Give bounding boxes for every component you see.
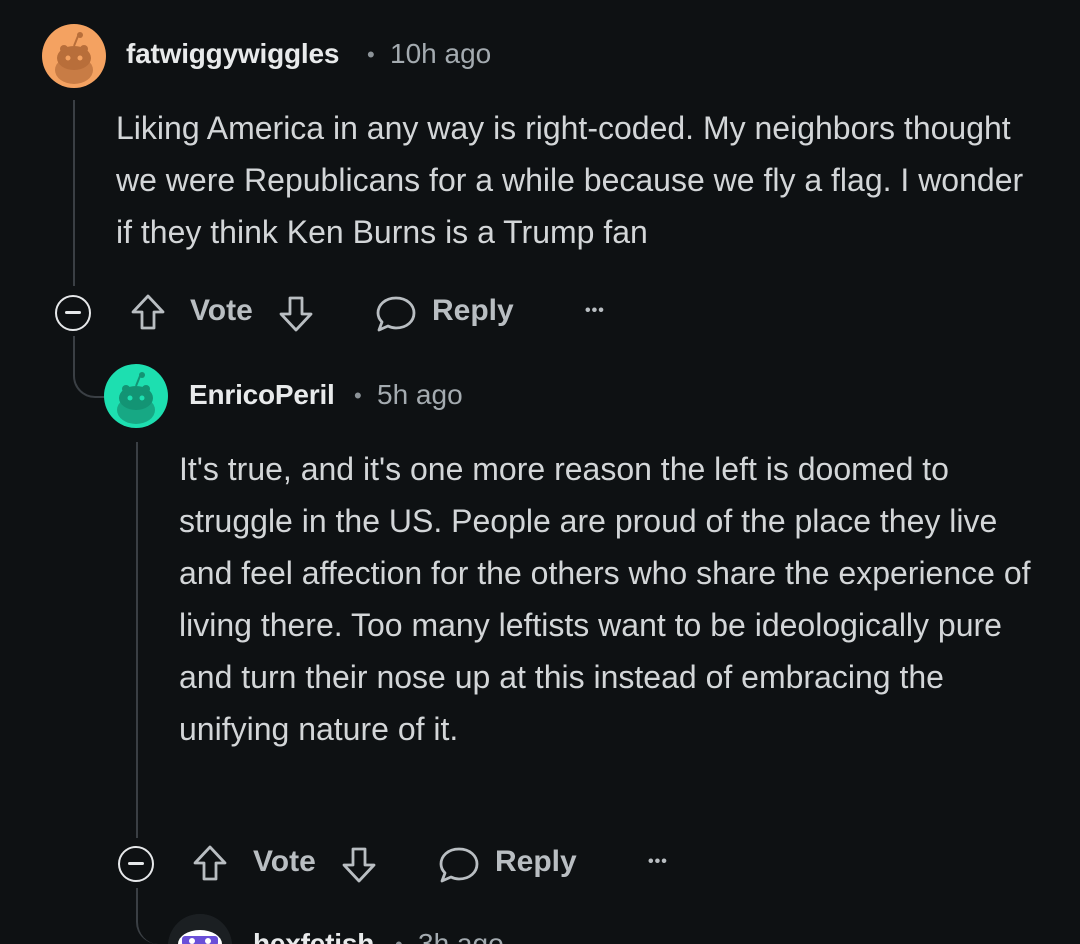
thread-line bbox=[73, 100, 75, 286]
collapse-thread-button[interactable] bbox=[55, 295, 91, 331]
comment-body: Liking America in any way is right-coded… bbox=[116, 102, 1046, 258]
meta-separator: • bbox=[354, 383, 362, 408]
vote-label: Vote bbox=[190, 294, 253, 327]
avatar[interactable] bbox=[42, 24, 106, 88]
comment-timestamp: 3h ago bbox=[418, 928, 504, 944]
collapse-thread-button[interactable] bbox=[118, 846, 154, 882]
meta-separator: • bbox=[395, 932, 403, 944]
comment-body: It's true, and it's one more reason the … bbox=[179, 443, 1039, 755]
comment-author[interactable]: hexfetish bbox=[253, 928, 374, 944]
downvote-icon[interactable] bbox=[278, 294, 314, 334]
comment-timestamp: 10h ago bbox=[390, 38, 492, 69]
thread-line bbox=[73, 336, 105, 398]
reply-icon[interactable] bbox=[438, 845, 480, 885]
snoo-avatar-icon bbox=[42, 24, 106, 88]
comment-author[interactable]: fatwiggywiggles bbox=[126, 38, 339, 70]
thread-line bbox=[136, 442, 138, 838]
reply-icon[interactable] bbox=[375, 294, 417, 334]
comment-text: It's true, and it's one more reason the … bbox=[179, 451, 1031, 747]
more-options-button[interactable]: ••• bbox=[585, 302, 605, 320]
avatar[interactable] bbox=[104, 364, 168, 428]
snoo-avatar-icon bbox=[104, 364, 168, 428]
reply-button[interactable]: Reply bbox=[432, 294, 514, 328]
comment-timestamp: 5h ago bbox=[377, 379, 463, 410]
upvote-icon[interactable] bbox=[192, 843, 228, 883]
more-options-button[interactable]: ••• bbox=[648, 853, 668, 871]
meta-separator: • bbox=[367, 42, 375, 67]
comment-text: Liking America in any way is right-coded… bbox=[116, 110, 1024, 250]
comment-author[interactable]: EnricoPeril bbox=[189, 379, 335, 411]
snoo-avatar-icon bbox=[168, 914, 232, 944]
reply-button[interactable]: Reply bbox=[495, 845, 577, 879]
downvote-icon[interactable] bbox=[341, 845, 377, 885]
thread-line bbox=[136, 888, 174, 944]
avatar[interactable] bbox=[168, 914, 232, 944]
vote-label: Vote bbox=[253, 845, 316, 878]
upvote-icon[interactable] bbox=[130, 292, 166, 332]
